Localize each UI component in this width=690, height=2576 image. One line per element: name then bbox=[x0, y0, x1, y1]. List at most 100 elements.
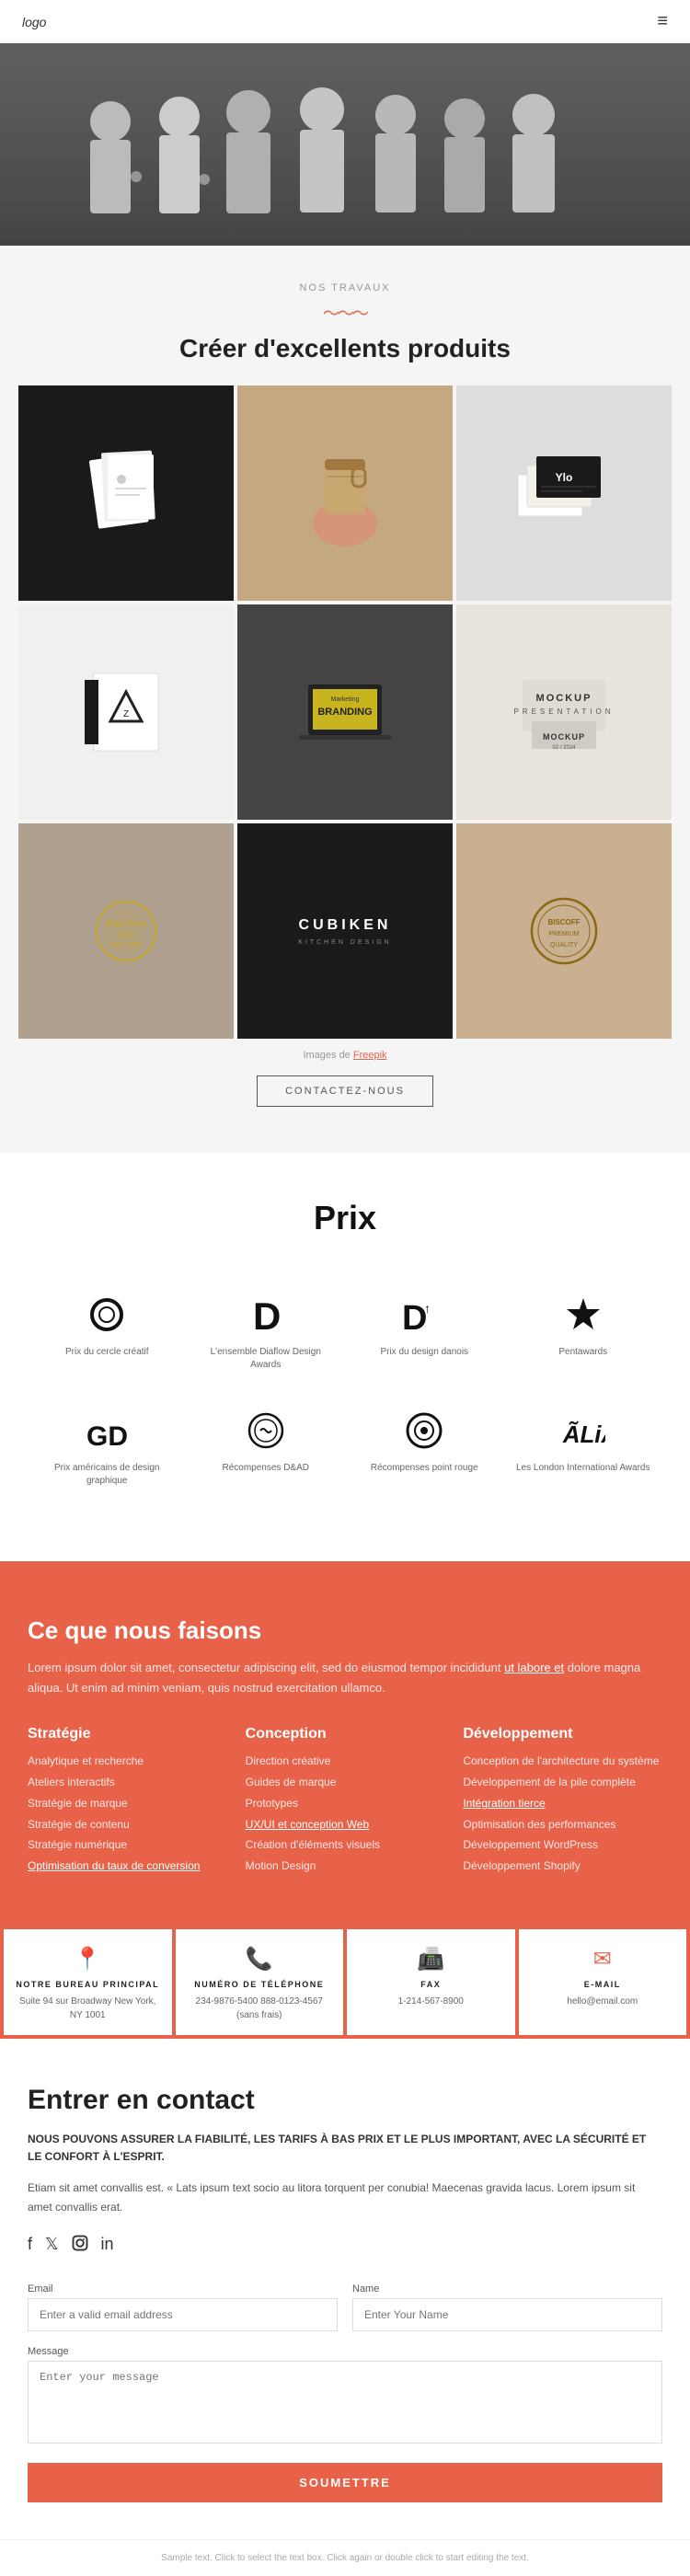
service-item-link[interactable]: Optimisation du taux de conversion bbox=[28, 1858, 227, 1874]
portfolio-item-4[interactable]: BRANDING Marketing bbox=[237, 604, 453, 820]
svg-text:02 / 2024: 02 / 2024 bbox=[552, 745, 576, 751]
award-label-1: L'ensemble Diaflow Design Awards bbox=[196, 1346, 337, 1372]
svg-text:PREMIUM: PREMIUM bbox=[548, 931, 579, 937]
service-item-link[interactable]: Intégration tierce bbox=[463, 1796, 662, 1811]
service-item: Développement Shopify bbox=[463, 1858, 662, 1874]
name-label: Name bbox=[352, 2283, 662, 2294]
social-icons: f 𝕏 in bbox=[28, 2235, 662, 2256]
card-text-2: 1-214-567-8900 bbox=[358, 1995, 504, 2008]
award-label-7: Les London International Awards bbox=[516, 1462, 650, 1475]
services-columns: Stratégie Analytique et recherche Atelie… bbox=[28, 1726, 662, 1880]
award-icon-0 bbox=[85, 1293, 129, 1337]
prix-section: Prix Prix du cercle créatif D L'ensemble… bbox=[0, 1153, 690, 1561]
menu-button[interactable]: ≡ bbox=[657, 11, 668, 32]
email-icon: ✉ bbox=[530, 1946, 676, 1972]
svg-text:KITCHEN DESIGN: KITCHEN DESIGN bbox=[298, 939, 392, 946]
message-textarea[interactable] bbox=[28, 2361, 662, 2444]
award-icon-1: D bbox=[244, 1293, 288, 1337]
svg-text:Marketing: Marketing bbox=[331, 696, 360, 703]
submit-button[interactable]: SOUMETTRE bbox=[28, 2463, 662, 2502]
contact-para-text: Etiam sit amet convallis est. « Lats ips… bbox=[28, 2179, 662, 2216]
service-item: Conception de l'architecture du système bbox=[463, 1754, 662, 1769]
message-label: Message bbox=[28, 2346, 662, 2357]
award-label-6: Récompenses point rouge bbox=[371, 1462, 478, 1475]
phone-icon: 📞 bbox=[187, 1946, 333, 1972]
email-input[interactable] bbox=[28, 2298, 338, 2331]
service-item: Analytique et recherche bbox=[28, 1754, 227, 1769]
award-item-1: D L'ensemble Diaflow Design Awards bbox=[187, 1274, 346, 1390]
name-field-group: Name bbox=[352, 2283, 662, 2331]
portfolio-item-8[interactable]: BISCOFF PREMIUM QUALITY bbox=[456, 823, 672, 1039]
portfolio-item-3[interactable]: Z bbox=[18, 604, 234, 820]
portfolio-item-7[interactable]: CUBIKEN KITCHEN DESIGN bbox=[237, 823, 453, 1039]
service-item: Prototypes bbox=[246, 1796, 445, 1811]
portfolio-item-2[interactable]: Ylo bbox=[456, 385, 672, 601]
service-item: Stratégie de contenu bbox=[28, 1817, 227, 1833]
service-col-strategie: Stratégie Analytique et recherche Atelie… bbox=[28, 1726, 227, 1880]
section-label: NOS TRAVAUX bbox=[22, 282, 668, 293]
contact-form-title: Entrer en contact bbox=[28, 2085, 662, 2116]
header: logo ≡ bbox=[0, 0, 690, 43]
svg-text:D: D bbox=[253, 1294, 281, 1335]
svg-text:ÃLiA: ÃLiA bbox=[562, 1420, 605, 1448]
service-item: Guides de marque bbox=[246, 1775, 445, 1790]
svg-text:Ylo: Ylo bbox=[556, 471, 573, 484]
services-description: Lorem ipsum dolor sit amet, consectetur … bbox=[28, 1658, 662, 1698]
svg-text:↑: ↑ bbox=[424, 1301, 431, 1316]
contact-button-wrap: CONTACTEZ-NOUS bbox=[0, 1075, 690, 1107]
service-col-title-1: Conception bbox=[246, 1726, 445, 1742]
card-title-0: NOTRE BUREAU PRINCIPAL bbox=[15, 1980, 161, 1989]
service-item: Direction créative bbox=[246, 1754, 445, 1769]
contact-card-email: ✉ E-MAIL hello@email.com bbox=[519, 1929, 687, 2035]
contactez-nous-button[interactable]: CONTACTEZ-NOUS bbox=[257, 1075, 433, 1107]
svg-text:EST. 1992: EST. 1992 bbox=[111, 942, 141, 949]
name-input[interactable] bbox=[352, 2298, 662, 2331]
award-item-7: ÃLiA Les London International Awards bbox=[504, 1390, 663, 1506]
prix-title: Prix bbox=[28, 1199, 662, 1237]
contact-card-phone: 📞 NUMÉRO DE TÉLÉPHONE 234-9876-5400 888-… bbox=[176, 1929, 344, 2035]
service-col-developpement: Développement Conception de l'architectu… bbox=[463, 1726, 662, 1880]
freepik-credit: Images de Freepik bbox=[0, 1050, 690, 1061]
freepik-link[interactable]: Freepik bbox=[353, 1050, 387, 1061]
card-text-3: hello@email.com bbox=[530, 1995, 676, 2008]
award-item-4: GD Prix américains de design graphique bbox=[28, 1390, 187, 1506]
section-title: Créer d'excellents produits bbox=[22, 334, 668, 363]
services-link[interactable]: ut labore et bbox=[504, 1661, 564, 1674]
svg-text:CUBIKEN: CUBIKEN bbox=[299, 917, 392, 933]
service-item: Stratégie numérique bbox=[28, 1837, 227, 1853]
contact-card-bureau: 📍 NOTRE BUREAU PRINCIPAL Suite 94 sur Br… bbox=[4, 1929, 172, 2035]
award-label-4: Prix américains de design graphique bbox=[37, 1462, 178, 1488]
service-item: Création d'éléments visuels bbox=[246, 1837, 445, 1853]
service-list-1: Direction créative Guides de marque Prot… bbox=[246, 1754, 445, 1874]
contact-bold-text: NOUS POUVONS ASSURER LA FIABILITÉ, LES T… bbox=[28, 2131, 662, 2166]
contact-form-grid: Email Name bbox=[28, 2283, 662, 2331]
award-icon-6 bbox=[402, 1409, 446, 1453]
portfolio-item-6[interactable]: Blue Circle Club EST. 1992 bbox=[18, 823, 234, 1039]
hero-image bbox=[0, 43, 690, 246]
twitter-icon[interactable]: 𝕏 bbox=[45, 2235, 59, 2256]
award-label-3: Pentawards bbox=[558, 1346, 607, 1359]
facebook-icon[interactable]: f bbox=[28, 2235, 32, 2256]
service-item-link[interactable]: UX/UI et conception Web bbox=[246, 1817, 445, 1833]
portfolio-item-5[interactable]: MOCKUP PRESENTATION MOCKUP 02 / 2024 bbox=[456, 604, 672, 820]
svg-text:MOCKUP: MOCKUP bbox=[536, 693, 592, 704]
nos-travaux-section: NOS TRAVAUX 〜〜〜 Créer d'excellents produ… bbox=[0, 246, 690, 363]
service-col-title-2: Développement bbox=[463, 1726, 662, 1742]
service-item: Ateliers interactifs bbox=[28, 1775, 227, 1790]
card-title-2: FAX bbox=[358, 1980, 504, 1989]
award-label-0: Prix du cercle créatif bbox=[65, 1346, 149, 1359]
portfolio-item-0[interactable] bbox=[18, 385, 234, 601]
card-title-3: E-MAIL bbox=[530, 1980, 676, 1989]
contact-section: Entrer en contact NOUS POUVONS ASSURER L… bbox=[0, 2039, 690, 2539]
portfolio-item-1[interactable] bbox=[237, 385, 453, 601]
award-label-2: Prix du design danois bbox=[380, 1346, 468, 1359]
services-title: Ce que nous faisons bbox=[28, 1616, 662, 1645]
card-text-0: Suite 94 sur Broadway New York, NY 1001 bbox=[15, 1995, 161, 2022]
portfolio-grid: Ylo Z BRANDING Mar bbox=[0, 385, 690, 1039]
logo: logo bbox=[22, 15, 46, 29]
award-icon-5 bbox=[244, 1409, 288, 1453]
svg-text:Club: Club bbox=[118, 930, 135, 939]
footer: Sample text. Click to select the text bo… bbox=[0, 2539, 690, 2576]
linkedin-icon[interactable]: in bbox=[101, 2235, 114, 2256]
instagram-icon[interactable] bbox=[72, 2235, 88, 2256]
